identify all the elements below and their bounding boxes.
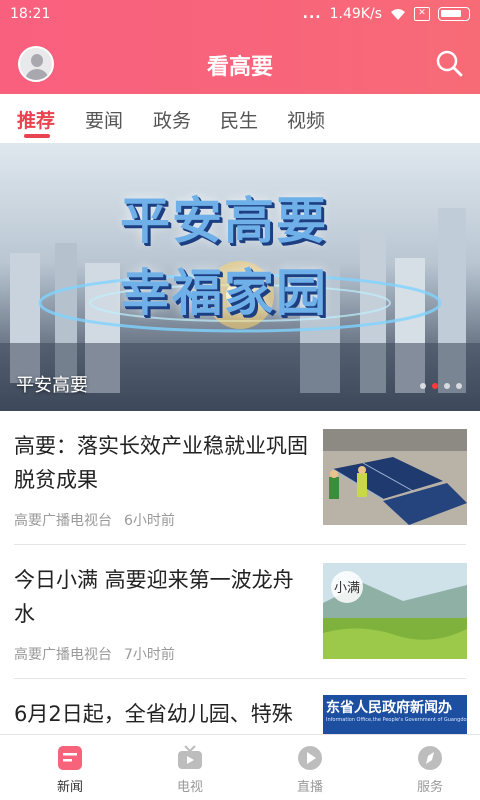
news-meta: 高要广播电视台 7小时前: [14, 644, 175, 664]
news-title: 高要：落实长效产业稳就业巩固脱贫成果: [14, 434, 308, 492]
tab-government[interactable]: 政务: [153, 106, 191, 133]
news-item[interactable]: 今日小满 高要迎来第一波龙舟水 高要广播电视台 7小时前 小满: [0, 545, 480, 678]
signal-dots: ...: [302, 6, 322, 22]
hero-banner[interactable]: 平安高要 幸福家园 平安高要: [0, 143, 480, 411]
nav-live[interactable]: 直播: [250, 735, 370, 800]
active-tab-indicator: [24, 134, 50, 138]
news-thumbnail-gov-banner: 东省人民政府新闻办 Information Office,the People'…: [323, 695, 467, 735]
battery-icon: [438, 7, 470, 21]
page-title: 看高要: [206, 55, 273, 80]
nav-label: 新闻: [56, 780, 83, 795]
carousel-dot: [420, 383, 426, 389]
carousel-dot: [456, 383, 462, 389]
nav-label: 直播: [296, 780, 323, 795]
news-meta: 高要广播电视台 6小时前: [14, 510, 175, 530]
carousel-dot-active: [432, 383, 438, 389]
tab-headlines[interactable]: 要闻: [85, 106, 123, 133]
news-item[interactable]: 高要：落实长效产业稳就业巩固脱贫成果 高要广播电视台 6小时前: [0, 411, 480, 544]
category-tabs: 推荐 要闻 政务 民生 视频: [0, 94, 480, 142]
nav-label: 服务: [416, 780, 443, 795]
app-header: 18:21 ... 1.49K/s ✕ 看高要: [0, 0, 480, 94]
carousel-indicator: [420, 383, 462, 389]
news-time: 7小时前: [124, 647, 175, 663]
nav-tv[interactable]: 电视: [130, 735, 250, 800]
network-speed: 1.49K/s: [329, 6, 382, 22]
news-source: 高要广播电视台: [14, 513, 112, 529]
news-icon: [58, 746, 82, 770]
status-icons: ... 1.49K/s ✕: [303, 6, 470, 22]
wifi-icon: [391, 8, 405, 20]
tab-video[interactable]: 视频: [287, 106, 325, 133]
live-play-icon: [298, 746, 322, 770]
news-source: 高要广播电视台: [14, 647, 112, 663]
nav-news[interactable]: 新闻: [10, 735, 130, 800]
nav-service[interactable]: 服务: [370, 735, 480, 800]
tab-recommend[interactable]: 推荐: [17, 106, 55, 133]
news-title: 6月2日起，全省幼儿园、特殊: [14, 702, 293, 726]
news-item[interactable]: 6月2日起，全省幼儿园、特殊 东省人民政府新闻办 Information Off…: [0, 679, 480, 735]
news-title: 今日小满 高要迎来第一波龙舟水: [14, 568, 294, 626]
news-thumbnail-rice-field: 小满: [323, 563, 467, 659]
compass-icon: [418, 746, 442, 770]
title-bar: 看高要: [0, 30, 480, 94]
nav-label: 电视: [176, 780, 203, 795]
news-time: 6小时前: [124, 513, 175, 529]
tab-livelihood[interactable]: 民生: [220, 106, 258, 133]
status-time: 18:21: [10, 6, 51, 22]
search-icon[interactable]: [434, 48, 464, 78]
no-sim-icon: ✕: [414, 7, 430, 21]
thumb-caption: 小满: [334, 581, 360, 596]
thumb-caption: 东省人民政府新闻办: [326, 700, 452, 716]
banner-caption: 平安高要: [16, 375, 88, 396]
banner-headline-line1: 平安高要: [120, 192, 328, 250]
tv-icon: [178, 745, 202, 769]
bottom-navigation: 新闻 电视 直播 服务: [0, 734, 480, 800]
thumb-caption-en: Information Office,the People's Governme…: [326, 717, 467, 723]
carousel-dot: [444, 383, 450, 389]
news-thumbnail-solar-panels: [323, 429, 467, 525]
banner-headline-line2: 幸福家园: [120, 264, 328, 322]
status-bar: 18:21 ... 1.49K/s ✕: [0, 0, 480, 30]
